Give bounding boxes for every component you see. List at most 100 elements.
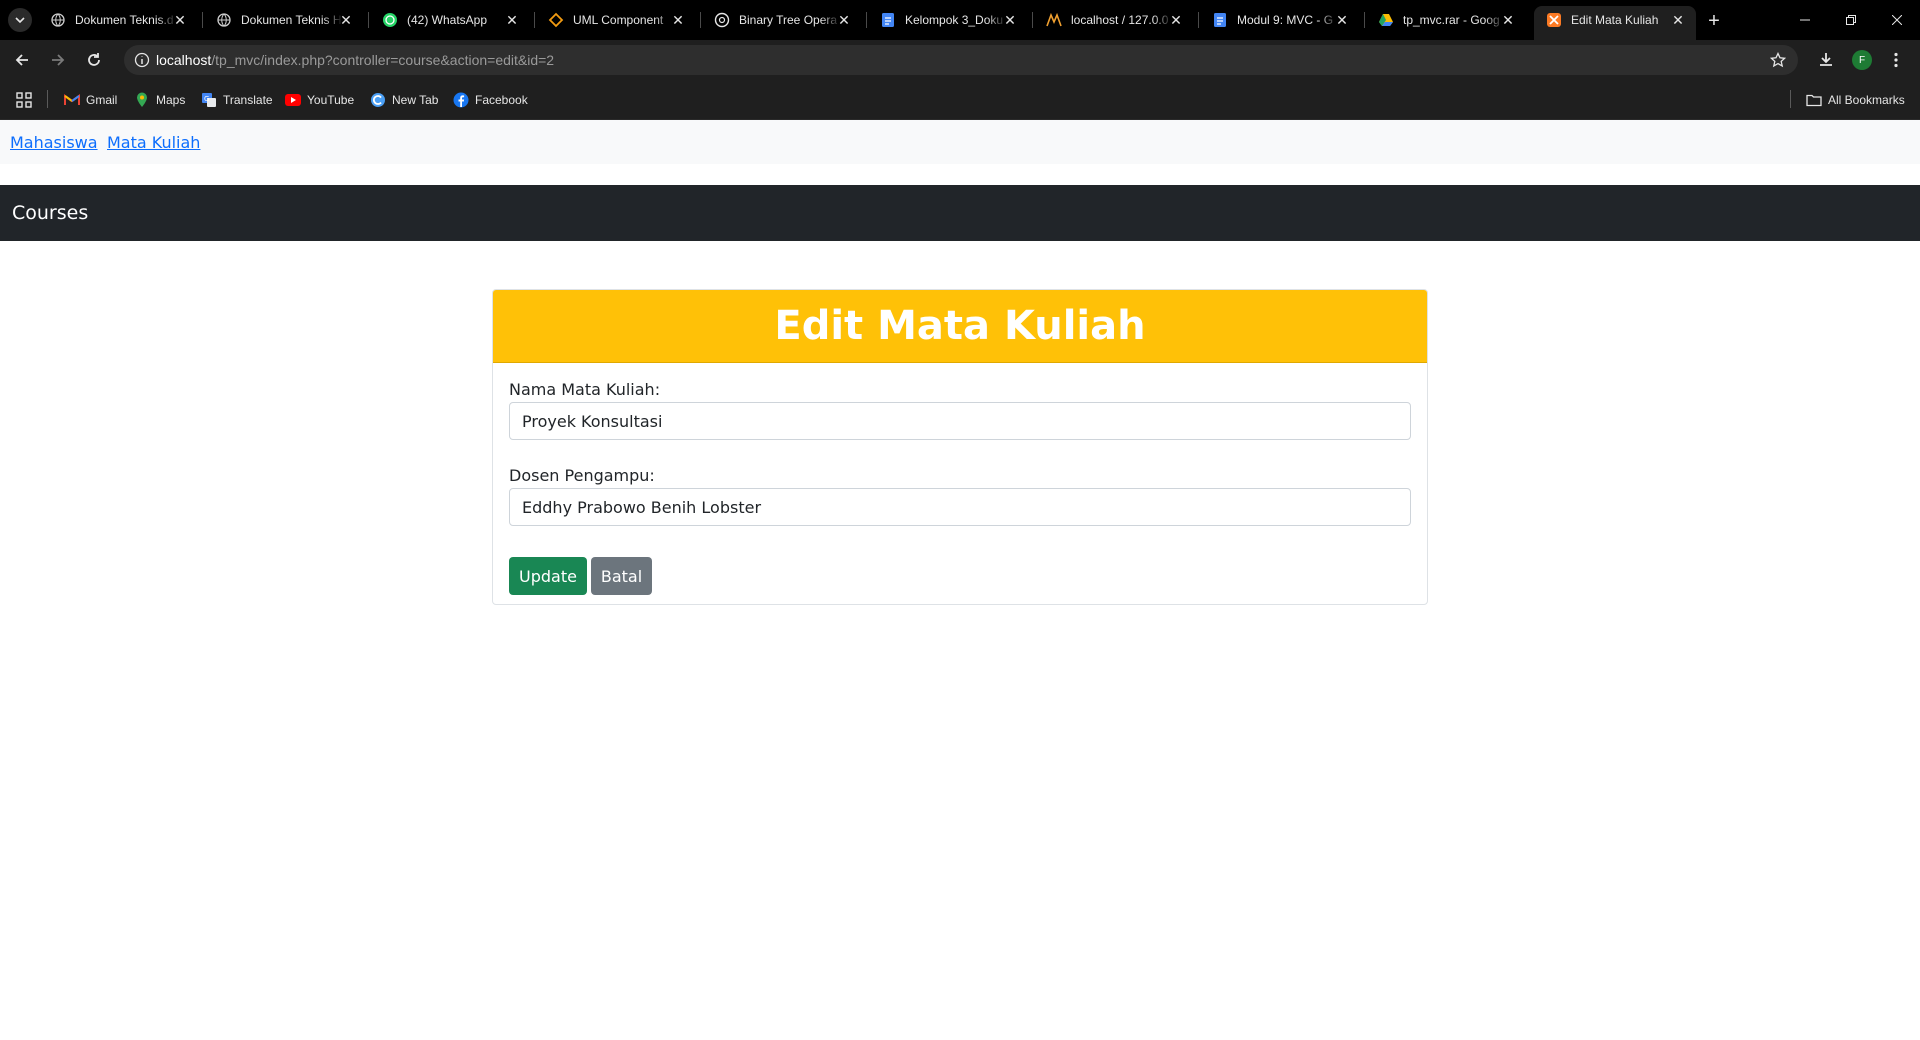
- back-button[interactable]: [8, 46, 36, 74]
- tab-title: Modul 9: MVC - G: [1237, 13, 1334, 27]
- minimize-icon: [1800, 19, 1810, 21]
- apps-grid-icon: [16, 92, 32, 108]
- close-icon[interactable]: ✕: [1500, 12, 1516, 28]
- browser-tab[interactable]: Dokumen Teknis.d ✕: [38, 6, 198, 34]
- lecturer-label: Dosen Pengampu:: [509, 466, 655, 485]
- nav-link-mata-kuliah[interactable]: Mata Kuliah: [107, 133, 200, 152]
- minimize-button[interactable]: [1782, 0, 1828, 40]
- arrow-right-icon: [52, 54, 65, 66]
- tab-title: UML Component: [573, 13, 664, 27]
- apps-button[interactable]: [16, 90, 32, 110]
- reload-button[interactable]: [80, 46, 108, 74]
- browser-tab[interactable]: UML Component ✕: [536, 6, 696, 34]
- globe-icon: [216, 12, 232, 28]
- globe-icon: [50, 12, 66, 28]
- edit-course-card: Edit Mata Kuliah Nama Mata Kuliah: Proye…: [492, 289, 1428, 605]
- browser-tab[interactable]: Binary Tree Opera ✕: [702, 6, 862, 34]
- lecturer-input[interactable]: Eddhy Prabowo Benih Lobster: [509, 488, 1411, 526]
- new-tab-button[interactable]: +: [1702, 9, 1726, 33]
- tab-separator: [1032, 12, 1033, 28]
- close-icon[interactable]: ✕: [1334, 12, 1350, 28]
- profile-button[interactable]: F: [1850, 48, 1874, 72]
- url-path: /tp_mvc/index.php?controller=course&acti…: [211, 52, 555, 68]
- reload-icon: [88, 53, 100, 66]
- bookmark-gmail[interactable]: Gmail: [64, 90, 117, 110]
- maps-icon: [134, 92, 150, 108]
- browser-tab[interactable]: Kelompok 3_Doku ✕: [868, 6, 1028, 34]
- close-icon[interactable]: ✕: [1002, 12, 1018, 28]
- close-icon[interactable]: ✕: [172, 12, 188, 28]
- menu-button[interactable]: [1884, 48, 1908, 72]
- tab-separator: [202, 12, 203, 28]
- browser-toolbar: localhost/tp_mvc/index.php?controller=co…: [0, 40, 1920, 80]
- close-icon[interactable]: ✕: [1670, 12, 1686, 28]
- navbar-brand[interactable]: Courses: [12, 202, 88, 224]
- gmail-icon: [64, 92, 80, 108]
- url-text: localhost/tp_mvc/index.php?controller=co…: [156, 52, 554, 68]
- drive-icon: [1378, 12, 1394, 28]
- url-host: localhost: [156, 52, 212, 68]
- web-page: Mahasiswa Mata Kuliah Courses Edit Mata …: [0, 120, 1920, 1040]
- bookmark-youtube[interactable]: YouTube: [285, 90, 354, 110]
- bookmark-maps[interactable]: Maps: [134, 90, 185, 110]
- browser-tab[interactable]: localhost / 127.0.0 ✕: [1034, 6, 1194, 34]
- top-nav: Mahasiswa Mata Kuliah: [0, 120, 1920, 164]
- update-button[interactable]: Update: [509, 557, 587, 595]
- address-bar[interactable]: localhost/tp_mvc/index.php?controller=co…: [124, 45, 1798, 75]
- plus-icon: +: [1708, 9, 1720, 32]
- bookmark-facebook[interactable]: Facebook: [453, 90, 528, 110]
- close-window-button[interactable]: [1874, 0, 1920, 40]
- bookmark-label: Gmail: [86, 93, 118, 107]
- docs-icon: [1212, 12, 1228, 28]
- browser-tab[interactable]: (42) WhatsApp ✕: [370, 6, 530, 34]
- browser-tab[interactable]: tp_mvc.rar - Goog ✕: [1366, 6, 1526, 34]
- tab-title: Dokumen Teknis H: [241, 13, 342, 27]
- newtab-icon: [370, 92, 386, 108]
- browser-tab[interactable]: Modul 9: MVC - G ✕: [1200, 6, 1360, 34]
- bookmark-separator: [47, 90, 48, 108]
- more-vertical-icon: [1894, 52, 1898, 68]
- close-icon: [1892, 15, 1902, 25]
- close-icon[interactable]: ✕: [504, 12, 520, 28]
- bookmark-new-tab[interactable]: New Tab: [370, 90, 438, 110]
- tab-separator: [866, 12, 867, 28]
- youtube-icon: [285, 92, 301, 108]
- forward-button[interactable]: [44, 46, 72, 74]
- svg-text:G: G: [204, 95, 209, 103]
- browser-tab[interactable]: Dokumen Teknis H ✕: [204, 6, 364, 34]
- close-icon[interactable]: ✕: [836, 12, 852, 28]
- card-header: Edit Mata Kuliah: [493, 290, 1427, 363]
- tab-title: Binary Tree Opera: [739, 13, 838, 27]
- close-icon[interactable]: ✕: [338, 12, 354, 28]
- tab-separator: [1198, 12, 1199, 28]
- folder-icon: [1806, 92, 1822, 108]
- tab-search-button[interactable]: [8, 8, 32, 32]
- bookmarks-bar: Gmail Maps G Translate YouTube New Tab F…: [0, 80, 1920, 120]
- tab-separator: [368, 12, 369, 28]
- close-icon[interactable]: ✕: [670, 12, 686, 28]
- bookmark-label: All Bookmarks: [1828, 93, 1905, 107]
- downloads-button[interactable]: [1814, 48, 1838, 72]
- nav-link-mahasiswa[interactable]: Mahasiswa: [10, 133, 98, 152]
- cancel-button[interactable]: Batal: [591, 557, 652, 595]
- bookmark-star-icon[interactable]: [1768, 50, 1788, 70]
- restore-button[interactable]: [1828, 0, 1874, 40]
- site-info-icon[interactable]: [132, 50, 152, 70]
- close-icon[interactable]: ✕: [1168, 12, 1184, 28]
- tab-separator: [700, 12, 701, 28]
- bookmark-label: Maps: [156, 93, 186, 107]
- docs-icon: [880, 12, 896, 28]
- tab-title: Kelompok 3_Doku: [905, 13, 1004, 27]
- tab-separator: [534, 12, 535, 28]
- bookmark-translate[interactable]: G Translate: [201, 90, 273, 110]
- translate-icon: G: [201, 92, 217, 108]
- diamond-icon: [548, 12, 564, 28]
- tab-title: (42) WhatsApp: [407, 13, 488, 27]
- all-bookmarks-button[interactable]: All Bookmarks: [1806, 90, 1905, 110]
- course-name-input[interactable]: Proyek Konsultasi: [509, 402, 1411, 440]
- whatsapp-icon: [382, 12, 398, 28]
- browser-tab-active[interactable]: Edit Mata Kuliah ✕: [1534, 6, 1696, 40]
- bookmark-separator: [1790, 90, 1791, 108]
- tab-strip: Dokumen Teknis.d ✕ Dokumen Teknis H ✕ (4…: [0, 0, 1920, 40]
- tab-title: tp_mvc.rar - Goog: [1403, 13, 1500, 27]
